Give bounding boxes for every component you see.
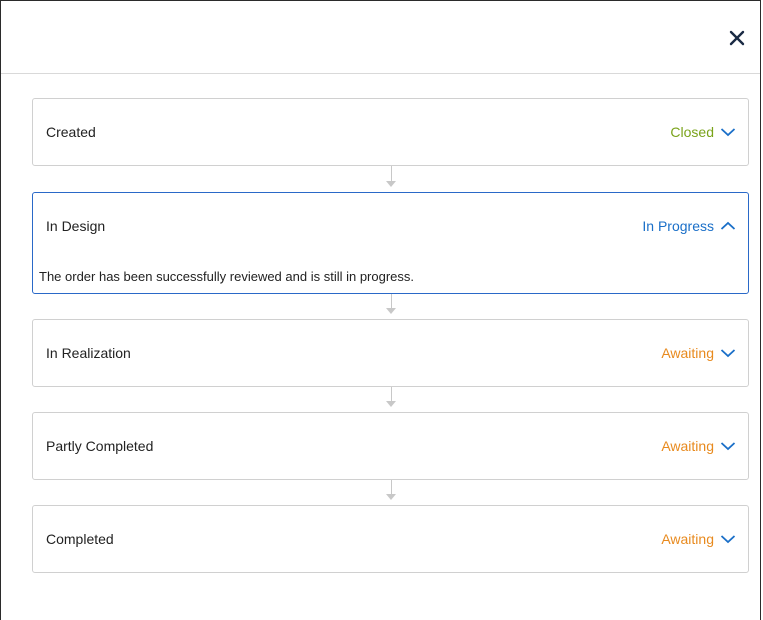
status-label: Awaiting	[661, 438, 714, 454]
step-status-toggle[interactable]: In Progress	[642, 218, 736, 234]
chevron-down-icon	[720, 442, 736, 451]
status-dialog: Created Closed In Design In Progress The…	[0, 0, 761, 620]
step-in-design[interactable]: In Design In Progress The order has been…	[32, 192, 749, 294]
status-label: In Progress	[642, 218, 714, 234]
step-title: In Design	[46, 218, 106, 234]
chevron-down-icon	[720, 128, 736, 137]
connector-arrow-icon	[386, 308, 396, 314]
step-status-toggle[interactable]: Closed	[670, 124, 736, 140]
chevron-down-icon	[720, 349, 736, 358]
step-title: Partly Completed	[46, 438, 154, 454]
status-label: Closed	[670, 124, 714, 140]
step-connector	[386, 387, 396, 412]
step-created[interactable]: Created Closed	[32, 98, 749, 166]
step-status-toggle[interactable]: Awaiting	[661, 531, 736, 547]
step-status-toggle[interactable]: Awaiting	[661, 438, 736, 454]
chevron-down-icon	[720, 535, 736, 544]
step-title: Created	[46, 124, 96, 140]
status-label: Awaiting	[661, 345, 714, 361]
dialog-header	[1, 1, 760, 74]
step-connector	[386, 480, 396, 505]
close-icon	[729, 30, 745, 46]
step-in-realization[interactable]: In Realization Awaiting	[32, 319, 749, 387]
step-completed[interactable]: Completed Awaiting	[32, 505, 749, 573]
step-description: The order has been successfully reviewed…	[39, 269, 415, 284]
step-partly-completed[interactable]: Partly Completed Awaiting	[32, 412, 749, 480]
step-connector	[386, 294, 396, 319]
chevron-up-icon	[720, 221, 736, 230]
step-title: Completed	[46, 531, 114, 547]
connector-arrow-icon	[386, 401, 396, 407]
step-connector	[386, 166, 396, 192]
step-status-toggle[interactable]: Awaiting	[661, 345, 736, 361]
close-button[interactable]	[724, 25, 750, 51]
step-title: In Realization	[46, 345, 131, 361]
status-label: Awaiting	[661, 531, 714, 547]
connector-arrow-icon	[386, 181, 396, 187]
connector-arrow-icon	[386, 494, 396, 500]
